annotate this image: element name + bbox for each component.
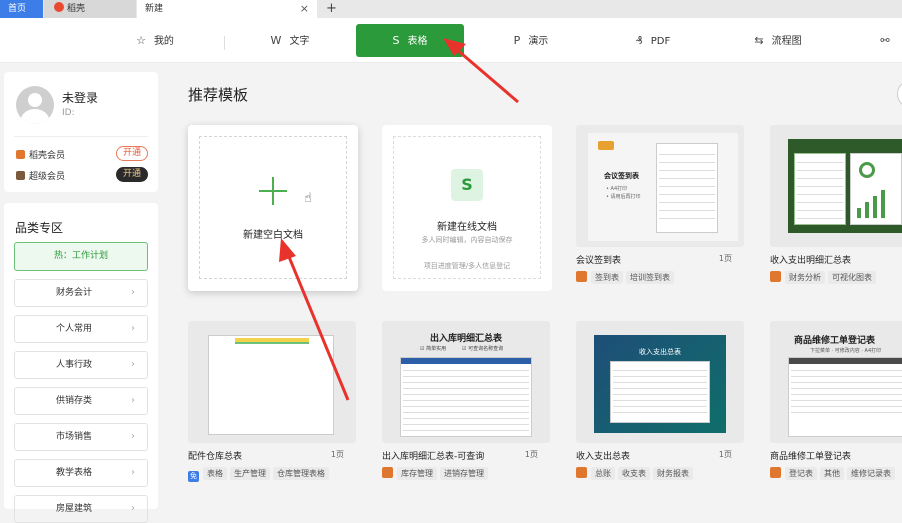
arrow-to-spreadsheet-tab	[443, 38, 519, 104]
annotation-arrows	[279, 38, 519, 401]
arrow-to-new-blank-document	[279, 238, 350, 401]
